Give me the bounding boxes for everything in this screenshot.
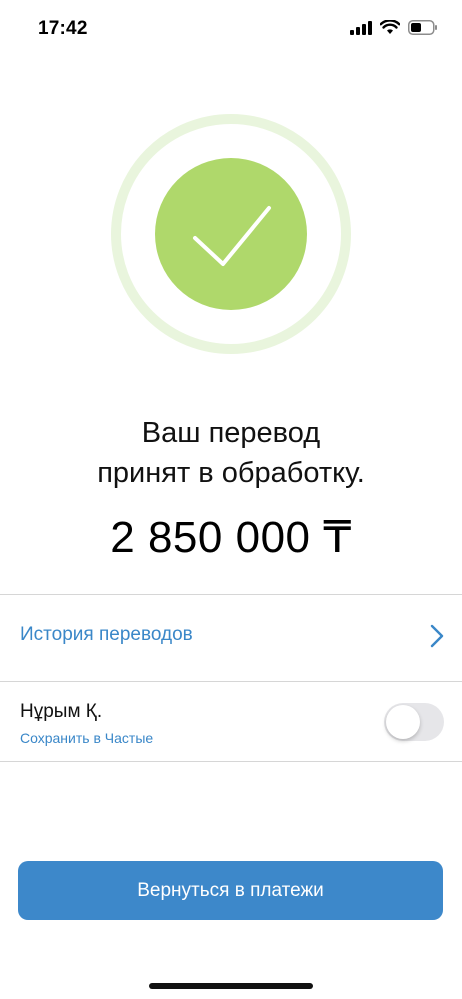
success-circle <box>155 158 307 310</box>
chevron-right-icon <box>430 624 444 653</box>
success-message-line1: Ваш перевод <box>141 417 321 449</box>
cellular-signal-icon <box>350 20 372 35</box>
transfer-history-label: История переводов <box>20 624 193 645</box>
toggle-knob <box>386 705 420 739</box>
success-message-line2: принят в обработку. <box>97 457 365 489</box>
status-bar: 17:42 <box>0 0 462 60</box>
recipient-row: Нұрым Қ. Сохранить в Частые <box>0 683 462 761</box>
home-indicator[interactable] <box>149 983 313 989</box>
battery-icon <box>408 20 438 35</box>
save-to-favorites-label: Сохранить в Частые <box>20 730 154 746</box>
transfer-history-link[interactable]: История переводов <box>0 596 462 680</box>
success-message: Ваш перевод принят в обработку. <box>0 413 462 493</box>
back-to-payments-button[interactable]: Вернуться в платежи <box>18 861 443 920</box>
transfer-amount: 2 850 000 ₸ <box>110 513 352 562</box>
wifi-icon <box>380 20 400 35</box>
recipient-name: Нұрым Қ. <box>20 701 103 722</box>
success-indicator <box>111 114 351 354</box>
checkmark-icon <box>193 206 271 266</box>
status-icons <box>350 20 438 35</box>
divider <box>0 681 462 682</box>
save-to-favorites-toggle[interactable] <box>384 703 444 741</box>
status-time: 17:42 <box>38 18 88 39</box>
divider <box>0 594 462 595</box>
divider <box>0 761 462 762</box>
